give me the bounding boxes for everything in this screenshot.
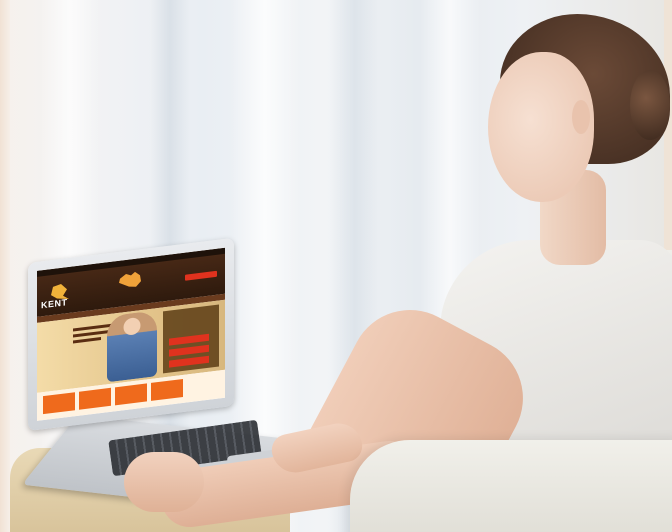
woman-ear — [572, 100, 590, 134]
photo-scene: KENT — [0, 0, 672, 532]
laptop-lid: KENT — [28, 237, 234, 431]
laptop-screen: KENT — [37, 247, 225, 421]
woman-hand-on-laptop — [124, 452, 204, 512]
hero-photo — [107, 310, 157, 383]
australia-map-icon — [119, 271, 141, 287]
hair-bun — [630, 70, 670, 140]
window-frame-edge — [0, 0, 10, 532]
armchair-arm — [350, 440, 672, 532]
